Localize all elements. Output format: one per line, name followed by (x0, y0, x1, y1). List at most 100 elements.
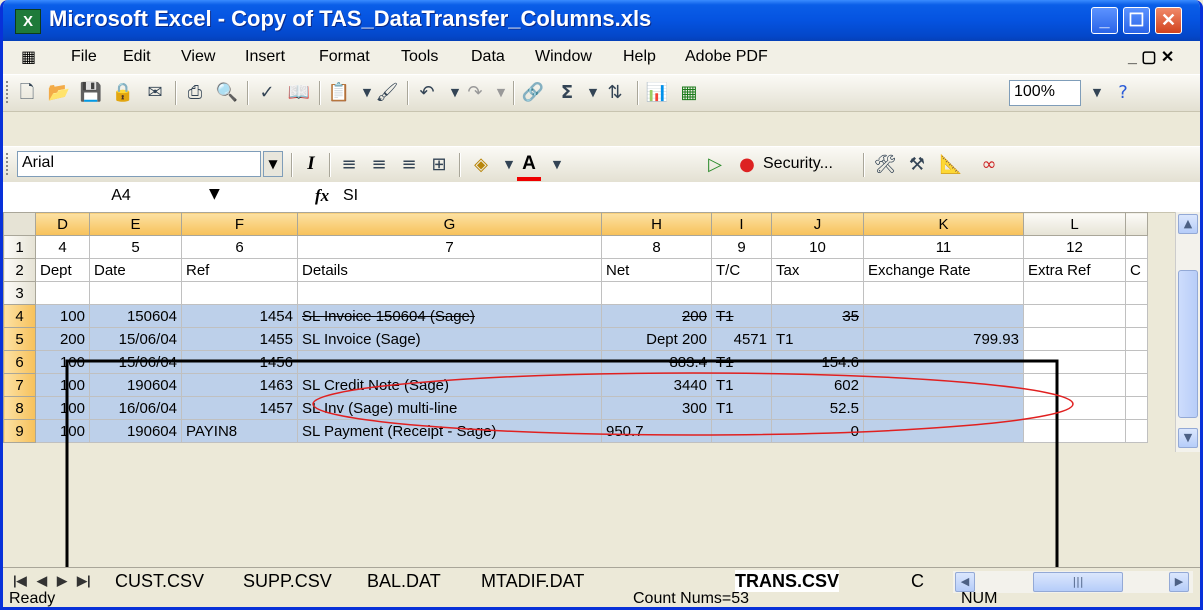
print-icon[interactable]: ⎙ (183, 81, 207, 105)
undo-icon[interactable]: ↶ (415, 81, 439, 105)
minimize-button[interactable]: _ (1091, 7, 1118, 34)
row-header[interactable]: 3 (3, 281, 36, 305)
cell[interactable]: T1 (711, 304, 772, 328)
cell[interactable] (1023, 350, 1126, 374)
cell[interactable]: 602 (771, 373, 864, 397)
play-icon[interactable]: ▷ (703, 153, 727, 177)
tab-bal-dat[interactable]: BAL.DAT (367, 570, 441, 592)
autosum-icon[interactable]: Σ (555, 81, 579, 105)
cell[interactable]: 35 (771, 304, 864, 328)
cell[interactable] (1125, 350, 1148, 374)
cell[interactable] (1125, 327, 1148, 351)
tab-trans-csv[interactable]: TRANS.CSV (735, 570, 840, 592)
cell[interactable]: 200 (601, 304, 712, 328)
vertical-scrollbar[interactable]: ▲ ▼ (1175, 212, 1200, 452)
cell[interactable]: 8 (601, 235, 712, 259)
cell[interactable]: 1457 (181, 396, 298, 420)
scroll-thumb[interactable] (1178, 270, 1198, 418)
worksheet-grid[interactable]: D E F G H I J K L 1 4 5 6 7 8 9 10 11 12… (3, 212, 1200, 567)
cell[interactable] (711, 281, 772, 305)
help-icon[interactable]: ? (1111, 81, 1135, 105)
cell[interactable] (1023, 419, 1126, 443)
cell[interactable] (771, 281, 864, 305)
maximize-button[interactable]: ☐ (1123, 7, 1150, 34)
hyperlink-icon[interactable]: 🔗 (521, 81, 545, 105)
cell[interactable]: 0 (771, 419, 864, 443)
cell[interactable]: Tax (771, 258, 864, 282)
cell[interactable] (1125, 373, 1148, 397)
last-sheet-icon[interactable]: ▶| (77, 573, 91, 589)
tab-cust-csv[interactable]: CUST.CSV (115, 570, 204, 592)
column-header[interactable] (1125, 212, 1148, 236)
align-right-icon[interactable]: ≡ (397, 153, 421, 177)
cell[interactable]: C (1125, 258, 1148, 282)
cell[interactable] (1023, 396, 1126, 420)
select-all-button[interactable] (3, 212, 36, 236)
column-header[interactable]: J (771, 212, 864, 236)
cell[interactable]: 16/06/04 (89, 396, 182, 420)
cell[interactable] (1125, 235, 1148, 259)
cell[interactable] (1125, 396, 1148, 420)
record-icon[interactable]: ● (735, 153, 759, 177)
cell[interactable]: 154.6 (771, 350, 864, 374)
cell[interactable]: SL Invoice (Sage) (297, 327, 602, 351)
control-toolbox-icon[interactable]: 🛠 (873, 153, 897, 177)
email-icon[interactable]: ✉ (143, 81, 167, 105)
cell[interactable]: Net (601, 258, 712, 282)
chevron-down-icon[interactable]: ▼ (581, 81, 605, 105)
cell[interactable]: Ref (181, 258, 298, 282)
italic-icon[interactable]: I (299, 153, 323, 177)
drawing-icon[interactable]: ▦ (677, 81, 701, 105)
sort-ascending-icon[interactable]: ⇅ (603, 81, 627, 105)
cell[interactable]: 100 (35, 396, 90, 420)
name-box[interactable]: A4 (7, 185, 235, 209)
menu-file[interactable]: File (71, 48, 97, 66)
cell[interactable]: T1 (771, 327, 864, 351)
redo-icon[interactable]: ↷ (463, 81, 487, 105)
cell[interactable]: SL Credit Note (Sage) (297, 373, 602, 397)
cell[interactable] (863, 350, 1024, 374)
row-header[interactable]: 1 (3, 235, 36, 259)
cell[interactable] (181, 281, 298, 305)
zoom-field[interactable]: 100% (1009, 80, 1081, 106)
toolbar-grip[interactable] (6, 153, 11, 175)
cell[interactable]: 9 (711, 235, 772, 259)
menu-format[interactable]: Format (319, 48, 370, 66)
cell[interactable]: Exchange Rate (863, 258, 1024, 282)
column-header[interactable]: H (601, 212, 712, 236)
scroll-up-icon[interactable]: ▲ (1178, 214, 1198, 234)
tab-mtadif-dat[interactable]: MTADIF.DAT (481, 570, 584, 592)
permission-icon[interactable]: 🔒 (111, 81, 135, 105)
cell[interactable] (863, 396, 1024, 420)
cell[interactable] (1023, 281, 1126, 305)
menu-adobe-pdf[interactable]: Adobe PDF (685, 48, 768, 66)
cell[interactable]: 10 (771, 235, 864, 259)
menu-data[interactable]: Data (471, 48, 505, 66)
cell[interactable] (601, 281, 712, 305)
merge-center-icon[interactable]: ⊞ (427, 153, 451, 177)
close-button[interactable]: ✕ (1155, 7, 1182, 34)
cell[interactable] (297, 281, 602, 305)
menu-edit[interactable]: Edit (123, 48, 151, 66)
open-icon[interactable]: 📂 (47, 81, 71, 105)
cell[interactable] (863, 281, 1024, 305)
font-color-icon[interactable]: A (517, 153, 541, 181)
cell[interactable]: 100 (35, 419, 90, 443)
font-name-field[interactable]: Arial (17, 151, 261, 177)
cell[interactable]: 950.7 (601, 419, 712, 443)
cell[interactable] (1125, 281, 1148, 305)
menu-tools[interactable]: Tools (401, 48, 438, 66)
cell[interactable] (89, 281, 182, 305)
cell[interactable]: 5 (89, 235, 182, 259)
row-header[interactable]: 8 (3, 396, 36, 420)
save-icon[interactable]: 💾 (79, 81, 103, 105)
tab-supp-csv[interactable]: SUPP.CSV (243, 570, 332, 592)
fx-icon[interactable]: fx (315, 186, 329, 206)
cell[interactable]: 4 (35, 235, 90, 259)
cell[interactable]: 11 (863, 235, 1024, 259)
row-header[interactable]: 7 (3, 373, 36, 397)
row-header[interactable]: 6 (3, 350, 36, 374)
cell[interactable]: 190604 (89, 373, 182, 397)
prev-sheet-icon[interactable]: ◀ (37, 573, 47, 589)
cell[interactable]: 883.4 (601, 350, 712, 374)
